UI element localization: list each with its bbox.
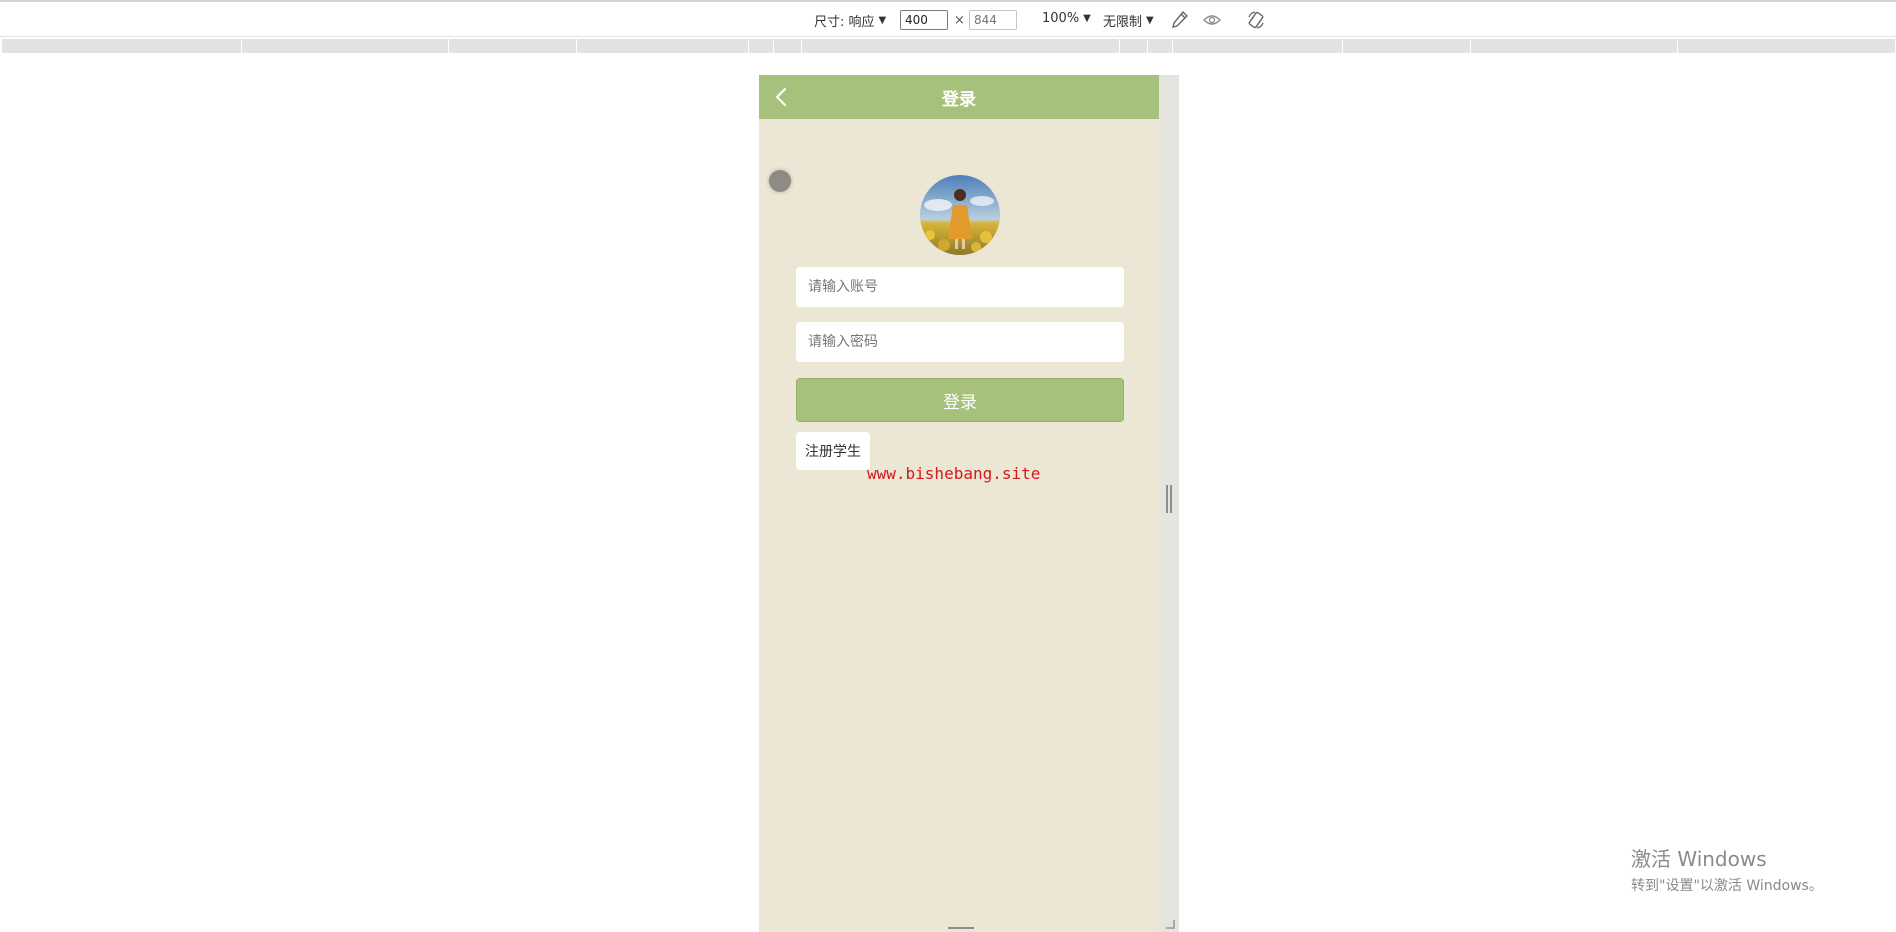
site-watermark: www.bishebang.site <box>867 464 1041 483</box>
devtools-device-toolbar: 尺寸: 响应 ▼ × 100% ▼ 无限制 ▼ <box>0 0 1896 37</box>
account-input[interactable] <box>796 267 1124 307</box>
resize-handle-bottom[interactable] <box>948 927 974 929</box>
dropdown-caret-icon: ▼ <box>1083 13 1091 24</box>
eye-icon[interactable] <box>1201 9 1223 31</box>
password-input[interactable] <box>796 322 1124 362</box>
back-button[interactable] <box>771 86 793 108</box>
media-query-ruler[interactable] <box>0 37 1896 54</box>
device-viewport: 登录 登录 注册学生 <box>759 75 1179 932</box>
ruler-segment[interactable] <box>1148 39 1173 53</box>
activation-subtitle: 转到"设置"以激活 Windows。 <box>1631 878 1823 894</box>
times-sign: × <box>954 13 965 28</box>
floating-assist-button[interactable] <box>769 170 791 192</box>
resize-handle-right[interactable] <box>1166 485 1172 513</box>
ruler-segment[interactable] <box>749 39 774 53</box>
activation-title: 激活 Windows <box>1631 847 1767 871</box>
zoom-dropdown[interactable]: 100% ▼ <box>1042 11 1091 26</box>
resize-handle-corner[interactable] <box>1166 920 1175 929</box>
windows-activation-notice: 激活 Windows 转到"设置"以激活 Windows。 <box>1631 843 1823 895</box>
rotate-icon[interactable] <box>1245 9 1267 31</box>
ruler-segment[interactable] <box>802 39 1120 53</box>
ruler-segment[interactable] <box>1678 39 1896 53</box>
chevron-left-icon <box>775 87 787 107</box>
ruler-segment[interactable] <box>1173 39 1343 53</box>
avatar <box>920 175 1000 255</box>
throttle-label: 无限制 <box>1103 15 1143 30</box>
dropdown-caret-icon: ▼ <box>878 15 887 26</box>
ruler-segment[interactable] <box>774 39 802 53</box>
app-header: 登录 <box>759 75 1159 119</box>
throttle-dropdown[interactable]: 无限制 ▼ <box>1103 11 1154 30</box>
width-input[interactable] <box>900 10 948 30</box>
ruler-segment[interactable] <box>1471 39 1678 53</box>
eyedropper-icon[interactable] <box>1168 9 1190 31</box>
ruler-segment[interactable] <box>1343 39 1471 53</box>
dimensions-dropdown[interactable]: 尺寸: 响应 ▼ <box>814 11 886 30</box>
login-button[interactable]: 登录 <box>796 378 1124 422</box>
dimensions-label: 尺寸: 响应 <box>814 15 875 30</box>
zoom-label: 100% <box>1042 11 1080 26</box>
ruler-segment[interactable] <box>449 39 577 53</box>
ruler-segment[interactable] <box>1120 39 1148 53</box>
dropdown-caret-icon: ▼ <box>1146 15 1154 26</box>
page-title: 登录 <box>942 89 976 110</box>
ruler-segment[interactable] <box>242 39 449 53</box>
ruler-segment[interactable] <box>577 39 749 53</box>
ruler-segment[interactable] <box>2 39 242 53</box>
register-student-link[interactable]: 注册学生 <box>796 432 870 470</box>
height-input[interactable] <box>969 10 1017 30</box>
